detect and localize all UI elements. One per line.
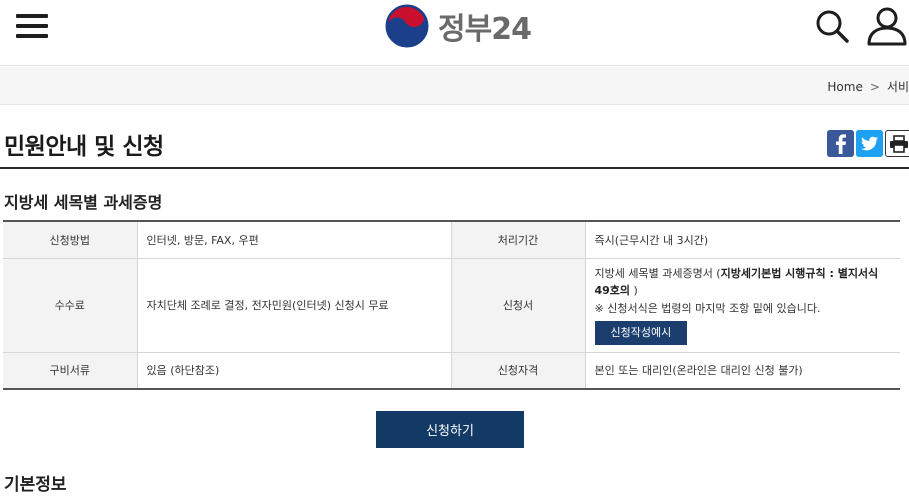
form-value-prefix: 지방세 세목별 과세증명서 ( (594, 267, 721, 280)
method-value: 인터넷, 방문, FAX, 우편 (136, 220, 451, 259)
apply-button[interactable]: 신청하기 (376, 411, 524, 448)
docs-value: 있음 (하단참조) (136, 351, 451, 390)
fee-label: 수수료 (3, 257, 137, 353)
search-icon[interactable] (814, 8, 850, 44)
period-label: 처리기간 (450, 220, 585, 259)
print-button[interactable] (885, 130, 909, 157)
table-row: 수수료 자치단체 조례로 결정, 전자민원(인터넷) 신청시 무료 신청서 지방… (3, 257, 900, 353)
qualification-value: 본인 또는 대리인(온라인은 대리인 신청 불가) (584, 351, 900, 390)
hamburger-menu-icon[interactable] (16, 12, 50, 40)
title-divider (0, 167, 909, 169)
basic-info-heading: 기본정보 (4, 475, 67, 495)
qualification-label: 신청자격 (450, 351, 585, 390)
form-label: 신청서 (450, 257, 585, 353)
chevron-right-icon: > (869, 79, 880, 94)
service-info-table: 신청방법 인터넷, 방문, FAX, 우편 처리기간 즉시(근무시간 내 3시간… (3, 220, 900, 390)
form-note: ※ 신청서식은 법령의 마지막 조항 밑에 있습니다. (594, 302, 821, 315)
breadcrumb-home[interactable]: Home (827, 80, 862, 94)
form-value-suffix: ) (630, 284, 638, 297)
printer-icon (889, 134, 908, 153)
method-label: 신청방법 (3, 220, 137, 259)
logo-text: 정부24 (438, 12, 532, 47)
top-header: 정부24 (0, 0, 909, 66)
breadcrumb-current[interactable]: 서비 (887, 78, 909, 95)
page-title: 민원안내 및 신청 (4, 134, 164, 160)
form-example-button[interactable]: 신청작성예시 (594, 321, 688, 345)
taegeuk-logo-icon (385, 4, 429, 48)
table-row: 구비서류 있음 (하단참조) 신청자격 본인 또는 대리인(온라인은 대리인 신… (3, 351, 900, 390)
docs-label: 구비서류 (3, 351, 137, 390)
site-logo[interactable]: 정부24 (384, 2, 532, 50)
user-icon[interactable] (866, 6, 908, 46)
period-value: 즉시(근무시간 내 3시간) (584, 220, 900, 259)
service-title: 지방세 세목별 과세증명 (4, 193, 163, 212)
facebook-share-icon[interactable] (827, 130, 854, 157)
breadcrumb-bar: Home > 서비 (0, 67, 909, 105)
breadcrumb: Home > 서비 (827, 78, 909, 95)
fee-value: 자치단체 조례로 결정, 전자민원(인터넷) 신청시 무료 (136, 257, 451, 353)
table-row: 신청방법 인터넷, 방문, FAX, 우편 처리기간 즉시(근무시간 내 3시간… (3, 220, 900, 259)
form-value-cell: 지방세 세목별 과세증명서 (지방세기본법 시행규칙 : 별지서식 49호의 )… (584, 257, 900, 353)
twitter-share-icon[interactable] (856, 130, 883, 157)
form-value: 지방세 세목별 과세증명서 (지방세기본법 시행규칙 : 별지서식 49호의 ) (595, 265, 892, 299)
